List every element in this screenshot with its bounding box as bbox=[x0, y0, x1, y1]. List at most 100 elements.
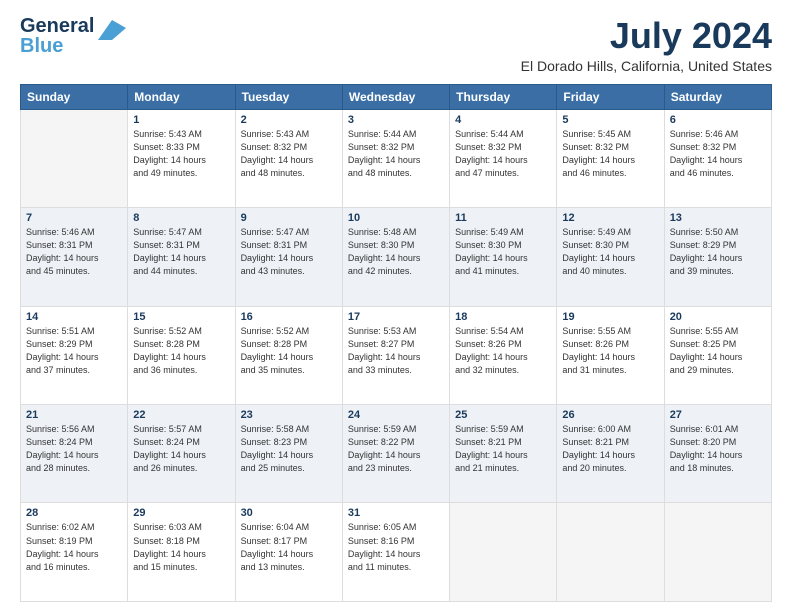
day-info: Sunrise: 5:49 AM Sunset: 8:30 PM Dayligh… bbox=[562, 226, 658, 278]
table-row: 26 Sunrise: 6:00 AM Sunset: 8:21 PM Dayli… bbox=[557, 405, 664, 503]
col-wednesday: Wednesday bbox=[342, 84, 449, 109]
day-number: 29 bbox=[133, 507, 229, 519]
day-number: 30 bbox=[241, 507, 337, 519]
day-info: Sunrise: 6:05 AM Sunset: 8:16 PM Dayligh… bbox=[348, 521, 444, 573]
table-row: 21 Sunrise: 5:56 AM Sunset: 8:24 PM Dayli… bbox=[21, 405, 128, 503]
day-number: 10 bbox=[348, 212, 444, 224]
table-row: 1 Sunrise: 5:43 AM Sunset: 8:33 PM Daylig… bbox=[128, 109, 235, 207]
day-number: 17 bbox=[348, 311, 444, 323]
table-row: 20 Sunrise: 5:55 AM Sunset: 8:25 PM Dayli… bbox=[664, 306, 771, 404]
day-number: 1 bbox=[133, 114, 229, 126]
logo: General Blue bbox=[20, 16, 126, 56]
day-number: 2 bbox=[241, 114, 337, 126]
table-row: 4 Sunrise: 5:44 AM Sunset: 8:32 PM Daylig… bbox=[450, 109, 557, 207]
day-number: 11 bbox=[455, 212, 551, 224]
day-number: 26 bbox=[562, 409, 658, 421]
day-number: 25 bbox=[455, 409, 551, 421]
table-row: 28Sunrise: 6:02 AM Sunset: 8:19 PM Dayli… bbox=[21, 503, 128, 602]
day-info: Sunrise: 5:43 AM Sunset: 8:33 PM Dayligh… bbox=[133, 128, 229, 180]
day-number: 18 bbox=[455, 311, 551, 323]
day-info: Sunrise: 5:45 AM Sunset: 8:32 PM Dayligh… bbox=[562, 128, 658, 180]
col-thursday: Thursday bbox=[450, 84, 557, 109]
page: General Blue July 2024 El Dorado Hills, … bbox=[0, 0, 792, 612]
day-info: Sunrise: 6:02 AM Sunset: 8:19 PM Dayligh… bbox=[26, 521, 122, 573]
day-number: 20 bbox=[670, 311, 766, 323]
day-number: 16 bbox=[241, 311, 337, 323]
day-info: Sunrise: 5:53 AM Sunset: 8:27 PM Dayligh… bbox=[348, 325, 444, 377]
table-row: 24 Sunrise: 5:59 AM Sunset: 8:22 PM Dayli… bbox=[342, 405, 449, 503]
day-number: 27 bbox=[670, 409, 766, 421]
day-info: Sunrise: 5:48 AM Sunset: 8:30 PM Dayligh… bbox=[348, 226, 444, 278]
table-row: 30 Sunrise: 6:04 AM Sunset: 8:17 PM Dayli… bbox=[235, 503, 342, 602]
day-info: Sunrise: 5:57 AM Sunset: 8:24 PM Dayligh… bbox=[133, 423, 229, 475]
table-row: 13 Sunrise: 5:50 AM Sunset: 8:29 PM Dayli… bbox=[664, 208, 771, 306]
table-row: 15 Sunrise: 5:52 AM Sunset: 8:28 PM Dayli… bbox=[128, 306, 235, 404]
table-row: 25 Sunrise: 5:59 AM Sunset: 8:21 PM Dayli… bbox=[450, 405, 557, 503]
day-number: 9 bbox=[241, 212, 337, 224]
day-number: 14 bbox=[26, 311, 122, 323]
day-info: Sunrise: 5:55 AM Sunset: 8:26 PM Dayligh… bbox=[562, 325, 658, 377]
table-row: 7 Sunrise: 5:46 AM Sunset: 8:31 PM Daylig… bbox=[21, 208, 128, 306]
day-info: Sunrise: 5:56 AM Sunset: 8:24 PM Dayligh… bbox=[26, 423, 122, 475]
table-row: 12 Sunrise: 5:49 AM Sunset: 8:30 PM Dayli… bbox=[557, 208, 664, 306]
table-row bbox=[557, 503, 664, 602]
table-row: 5 Sunrise: 5:45 AM Sunset: 8:32 PM Daylig… bbox=[557, 109, 664, 207]
table-row bbox=[21, 109, 128, 207]
table-row: 10 Sunrise: 5:48 AM Sunset: 8:30 PM Dayli… bbox=[342, 208, 449, 306]
day-info: Sunrise: 6:01 AM Sunset: 8:20 PM Dayligh… bbox=[670, 423, 766, 475]
day-info: Sunrise: 5:51 AM Sunset: 8:29 PM Dayligh… bbox=[26, 325, 122, 377]
day-info: Sunrise: 5:46 AM Sunset: 8:31 PM Dayligh… bbox=[26, 226, 122, 278]
day-number: 8 bbox=[133, 212, 229, 224]
day-number: 31 bbox=[348, 507, 444, 519]
day-number: 7 bbox=[26, 212, 122, 224]
table-row: 22 Sunrise: 5:57 AM Sunset: 8:24 PM Dayli… bbox=[128, 405, 235, 503]
title-section: July 2024 El Dorado Hills, California, U… bbox=[521, 16, 772, 74]
day-info: Sunrise: 5:44 AM Sunset: 8:32 PM Dayligh… bbox=[455, 128, 551, 180]
col-monday: Monday bbox=[128, 84, 235, 109]
day-info: Sunrise: 5:54 AM Sunset: 8:26 PM Dayligh… bbox=[455, 325, 551, 377]
day-info: Sunrise: 5:44 AM Sunset: 8:32 PM Dayligh… bbox=[348, 128, 444, 180]
month-year: July 2024 bbox=[521, 16, 772, 56]
table-row: 23Sunrise: 5:58 AM Sunset: 8:23 PM Dayli… bbox=[235, 405, 342, 503]
col-sunday: Sunday bbox=[21, 84, 128, 109]
table-row: 19Sunrise: 5:55 AM Sunset: 8:26 PM Dayli… bbox=[557, 306, 664, 404]
day-info: Sunrise: 5:49 AM Sunset: 8:30 PM Dayligh… bbox=[455, 226, 551, 278]
day-number: 22 bbox=[133, 409, 229, 421]
table-row: 16 Sunrise: 5:52 AM Sunset: 8:28 PM Dayli… bbox=[235, 306, 342, 404]
day-info: Sunrise: 5:59 AM Sunset: 8:22 PM Dayligh… bbox=[348, 423, 444, 475]
day-info: Sunrise: 5:52 AM Sunset: 8:28 PM Dayligh… bbox=[133, 325, 229, 377]
location: El Dorado Hills, California, United Stat… bbox=[521, 58, 772, 74]
day-number: 24 bbox=[348, 409, 444, 421]
calendar-week-row: 21 Sunrise: 5:56 AM Sunset: 8:24 PM Dayli… bbox=[21, 405, 772, 503]
table-row: 6Sunrise: 5:46 AM Sunset: 8:32 PM Daylig… bbox=[664, 109, 771, 207]
logo-icon bbox=[98, 20, 126, 40]
table-row: 9 Sunrise: 5:47 AM Sunset: 8:31 PM Daylig… bbox=[235, 208, 342, 306]
day-number: 21 bbox=[26, 409, 122, 421]
calendar-table: Sunday Monday Tuesday Wednesday Thursday… bbox=[20, 84, 772, 602]
day-info: Sunrise: 5:52 AM Sunset: 8:28 PM Dayligh… bbox=[241, 325, 337, 377]
day-info: Sunrise: 5:59 AM Sunset: 8:21 PM Dayligh… bbox=[455, 423, 551, 475]
header: General Blue July 2024 El Dorado Hills, … bbox=[20, 16, 772, 74]
day-number: 23 bbox=[241, 409, 337, 421]
table-row bbox=[664, 503, 771, 602]
logo-blue: Blue bbox=[20, 35, 63, 57]
table-row: 18 Sunrise: 5:54 AM Sunset: 8:26 PM Dayli… bbox=[450, 306, 557, 404]
day-number: 3 bbox=[348, 114, 444, 126]
day-info: Sunrise: 6:00 AM Sunset: 8:21 PM Dayligh… bbox=[562, 423, 658, 475]
table-row: 11 Sunrise: 5:49 AM Sunset: 8:30 PM Dayli… bbox=[450, 208, 557, 306]
day-number: 13 bbox=[670, 212, 766, 224]
day-number: 5 bbox=[562, 114, 658, 126]
day-info: Sunrise: 5:50 AM Sunset: 8:29 PM Dayligh… bbox=[670, 226, 766, 278]
day-info: Sunrise: 5:47 AM Sunset: 8:31 PM Dayligh… bbox=[133, 226, 229, 278]
day-number: 15 bbox=[133, 311, 229, 323]
day-info: Sunrise: 6:04 AM Sunset: 8:17 PM Dayligh… bbox=[241, 521, 337, 573]
day-number: 4 bbox=[455, 114, 551, 126]
day-info: Sunrise: 5:46 AM Sunset: 8:32 PM Dayligh… bbox=[670, 128, 766, 180]
col-tuesday: Tuesday bbox=[235, 84, 342, 109]
col-saturday: Saturday bbox=[664, 84, 771, 109]
day-info: Sunrise: 5:47 AM Sunset: 8:31 PM Dayligh… bbox=[241, 226, 337, 278]
day-info: Sunrise: 5:55 AM Sunset: 8:25 PM Dayligh… bbox=[670, 325, 766, 377]
calendar-week-row: 7 Sunrise: 5:46 AM Sunset: 8:31 PM Daylig… bbox=[21, 208, 772, 306]
calendar-header-row: Sunday Monday Tuesday Wednesday Thursday… bbox=[21, 84, 772, 109]
day-number: 12 bbox=[562, 212, 658, 224]
